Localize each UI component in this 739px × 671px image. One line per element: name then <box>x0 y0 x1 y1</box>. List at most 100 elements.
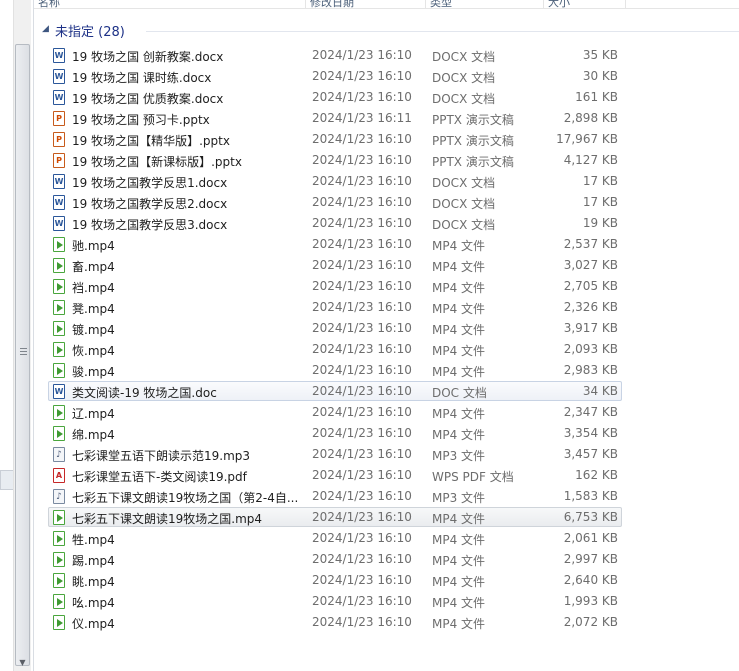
file-size: 17 KB <box>582 195 618 209</box>
file-type: PPTX 演示文稿 <box>432 155 514 169</box>
file-name: 裆.mp4 <box>72 281 115 295</box>
file-row[interactable]: 吆.mp4 2024/1/23 16:10 MP4 文件 1,993 KB <box>48 591 622 611</box>
chevron-down-icon[interactable]: ◢ <box>42 24 52 34</box>
file-type: DOCX 文档 <box>432 50 496 64</box>
file-size: 3,354 KB <box>563 426 618 440</box>
file-name: 骏.mp4 <box>72 365 115 379</box>
scrollbar-thumb[interactable] <box>15 44 30 666</box>
file-name: 踢.mp4 <box>72 554 115 568</box>
file-row[interactable]: 凳.mp4 2024/1/23 16:10 MP4 文件 2,326 KB <box>48 297 622 317</box>
file-name: 19 牧场之国 课时练.docx <box>72 71 212 85</box>
file-date: 2024/1/23 16:10 <box>312 69 412 83</box>
file-size: 2,326 KB <box>563 300 618 314</box>
file-row[interactable]: 踢.mp4 2024/1/23 16:10 MP4 文件 2,997 KB <box>48 549 622 569</box>
mp4-file-icon <box>53 363 65 378</box>
file-name: 七彩五下课文朗读19牧场之国.mp4 <box>72 512 263 526</box>
file-date: 2024/1/23 16:10 <box>312 405 412 419</box>
mp4-file-icon <box>53 279 65 294</box>
file-row[interactable]: 19 牧场之国【精华版】.pptx 2024/1/23 16:10 PPTX 演示文… <box>48 129 622 149</box>
file-date: 2024/1/23 16:10 <box>312 279 412 293</box>
column-header: 名称 修改日期 类型 大小 <box>34 0 739 9</box>
file-name: 仪.mp4 <box>72 617 115 631</box>
file-type: MP3 文件 <box>432 491 486 505</box>
file-size: 2,093 KB <box>563 342 618 356</box>
file-row[interactable]: 七彩课堂五语下-类文阅读19.pdf 2024/1/23 16:10 WPS PDF… <box>48 465 622 485</box>
file-date: 2024/1/23 16:10 <box>312 237 412 251</box>
group-header[interactable]: ◢ 未指定 (28) <box>34 20 739 40</box>
file-row[interactable]: 19 牧场之国教学反思1.docx 2024/1/23 16:10 DOCX 文档 1… <box>48 171 622 191</box>
file-row[interactable]: 镀.mp4 2024/1/23 16:10 MP4 文件 3,917 KB <box>48 318 622 338</box>
file-row[interactable]: 绵.mp4 2024/1/23 16:10 MP4 文件 3,354 KB <box>48 423 622 443</box>
file-type: MP4 文件 <box>432 428 486 442</box>
file-type: MP4 文件 <box>432 323 486 337</box>
file-row[interactable]: 19 牧场之国教学反思2.docx 2024/1/23 16:10 DOCX 文档 1… <box>48 192 622 212</box>
file-name: 19 牧场之国【新课标版】.pptx <box>72 155 242 169</box>
file-row[interactable]: 19 牧场之国 优质教案.docx 2024/1/23 16:10 DOCX 文档 1… <box>48 87 622 107</box>
file-row[interactable]: 仪.mp4 2024/1/23 16:10 MP4 文件 2,072 KB <box>48 612 622 632</box>
file-row[interactable]: 19 牧场之国 创新教案.docx 2024/1/23 16:10 DOCX 文档 3… <box>48 45 622 65</box>
file-name: 眺.mp4 <box>72 575 115 589</box>
column-size-header[interactable]: 大小 <box>544 0 626 8</box>
file-row[interactable]: 驰.mp4 2024/1/23 16:10 MP4 文件 2,537 KB <box>48 234 622 254</box>
mp4-file-icon <box>53 594 65 609</box>
file-date: 2024/1/23 16:11 <box>312 111 412 125</box>
docx-file-icon <box>53 195 65 210</box>
file-type: WPS PDF 文档 <box>432 470 514 484</box>
mp4-file-icon <box>53 510 65 525</box>
file-date: 2024/1/23 16:10 <box>312 195 412 209</box>
file-type: DOCX 文档 <box>432 71 496 85</box>
file-row[interactable]: 19 牧场之国教学反思3.docx 2024/1/23 16:10 DOCX 文档 1… <box>48 213 622 233</box>
mp4-file-icon <box>53 321 65 336</box>
file-size: 30 KB <box>582 69 618 83</box>
file-row[interactable]: 裆.mp4 2024/1/23 16:10 MP4 文件 2,705 KB <box>48 276 622 296</box>
file-date: 2024/1/23 16:10 <box>312 573 412 587</box>
file-size: 1,583 KB <box>563 489 618 503</box>
file-row[interactable]: 骏.mp4 2024/1/23 16:10 MP4 文件 2,983 KB <box>48 360 622 380</box>
file-size: 3,027 KB <box>563 258 618 272</box>
file-size: 2,537 KB <box>563 237 618 251</box>
mp4-file-icon <box>53 405 65 420</box>
file-name: 牲.mp4 <box>72 533 115 547</box>
file-row[interactable]: 恢.mp4 2024/1/23 16:10 MP4 文件 2,093 KB <box>48 339 622 359</box>
vertical-scrollbar[interactable]: ▼ <box>13 0 31 671</box>
file-date: 2024/1/23 16:10 <box>312 615 412 629</box>
file-row[interactable]: 类文阅读-19 牧场之国.doc 2024/1/23 16:10 DOC 文档 34 … <box>48 381 622 401</box>
file-row[interactable]: 七彩五下课文朗读19牧场之国.mp4 2024/1/23 16:10 MP4 文件 6… <box>48 507 622 527</box>
column-name-header[interactable]: 名称 <box>34 0 306 8</box>
file-row[interactable]: 19 牧场之国 预习卡.pptx 2024/1/23 16:11 PPTX 演示文稿… <box>48 108 622 128</box>
file-size: 34 KB <box>582 384 618 398</box>
file-row[interactable]: 19 牧场之国【新课标版】.pptx 2024/1/23 16:10 PPTX 演示… <box>48 150 622 170</box>
column-type-header[interactable]: 类型 <box>426 0 544 8</box>
mp4-file-icon <box>53 552 65 567</box>
file-name: 七彩课堂五语下-类文阅读19.pdf <box>72 470 247 484</box>
file-row[interactable]: 19 牧场之国 课时练.docx 2024/1/23 16:10 DOCX 文档 30… <box>48 66 622 86</box>
file-name: 七彩课堂五语下朗读示范19.mp3 <box>72 449 251 463</box>
file-size: 2,898 KB <box>563 111 618 125</box>
arrow-down-icon[interactable]: ▼ <box>15 655 30 670</box>
file-name: 畜.mp4 <box>72 260 115 274</box>
file-row[interactable]: 眺.mp4 2024/1/23 16:10 MP4 文件 2,640 KB <box>48 570 622 590</box>
file-size: 2,347 KB <box>563 405 618 419</box>
file-name: 19 牧场之国【精华版】.pptx <box>72 134 230 148</box>
file-name: 19 牧场之国 优质教案.docx <box>72 92 224 106</box>
file-date: 2024/1/23 16:10 <box>312 594 412 608</box>
pdf-file-icon <box>53 468 65 483</box>
file-date: 2024/1/23 16:10 <box>312 321 412 335</box>
file-date: 2024/1/23 16:10 <box>312 342 412 356</box>
file-type: MP4 文件 <box>432 260 486 274</box>
file-type: DOCX 文档 <box>432 92 496 106</box>
file-row[interactable]: 七彩课堂五语下朗读示范19.mp3 2024/1/23 16:10 MP3 文件 3,… <box>48 444 622 464</box>
mp4-file-icon <box>53 573 65 588</box>
file-row[interactable]: 辽.mp4 2024/1/23 16:10 MP4 文件 2,347 KB <box>48 402 622 422</box>
file-type: MP4 文件 <box>432 512 486 526</box>
file-type: MP4 文件 <box>432 596 486 610</box>
file-size: 2,061 KB <box>563 531 618 545</box>
file-date: 2024/1/23 16:10 <box>312 510 412 524</box>
pptx-file-icon <box>53 111 65 126</box>
file-row[interactable]: 七彩五下课文朗读19牧场之国（第2-4自... 2024/1/23 16:10 MP… <box>48 486 622 506</box>
file-date: 2024/1/23 16:10 <box>312 447 412 461</box>
file-row[interactable]: 牲.mp4 2024/1/23 16:10 MP4 文件 2,061 KB <box>48 528 622 548</box>
file-row[interactable]: 畜.mp4 2024/1/23 16:10 MP4 文件 3,027 KB <box>48 255 622 275</box>
file-name: 辽.mp4 <box>72 407 115 421</box>
column-date-header[interactable]: 修改日期 <box>306 0 426 8</box>
